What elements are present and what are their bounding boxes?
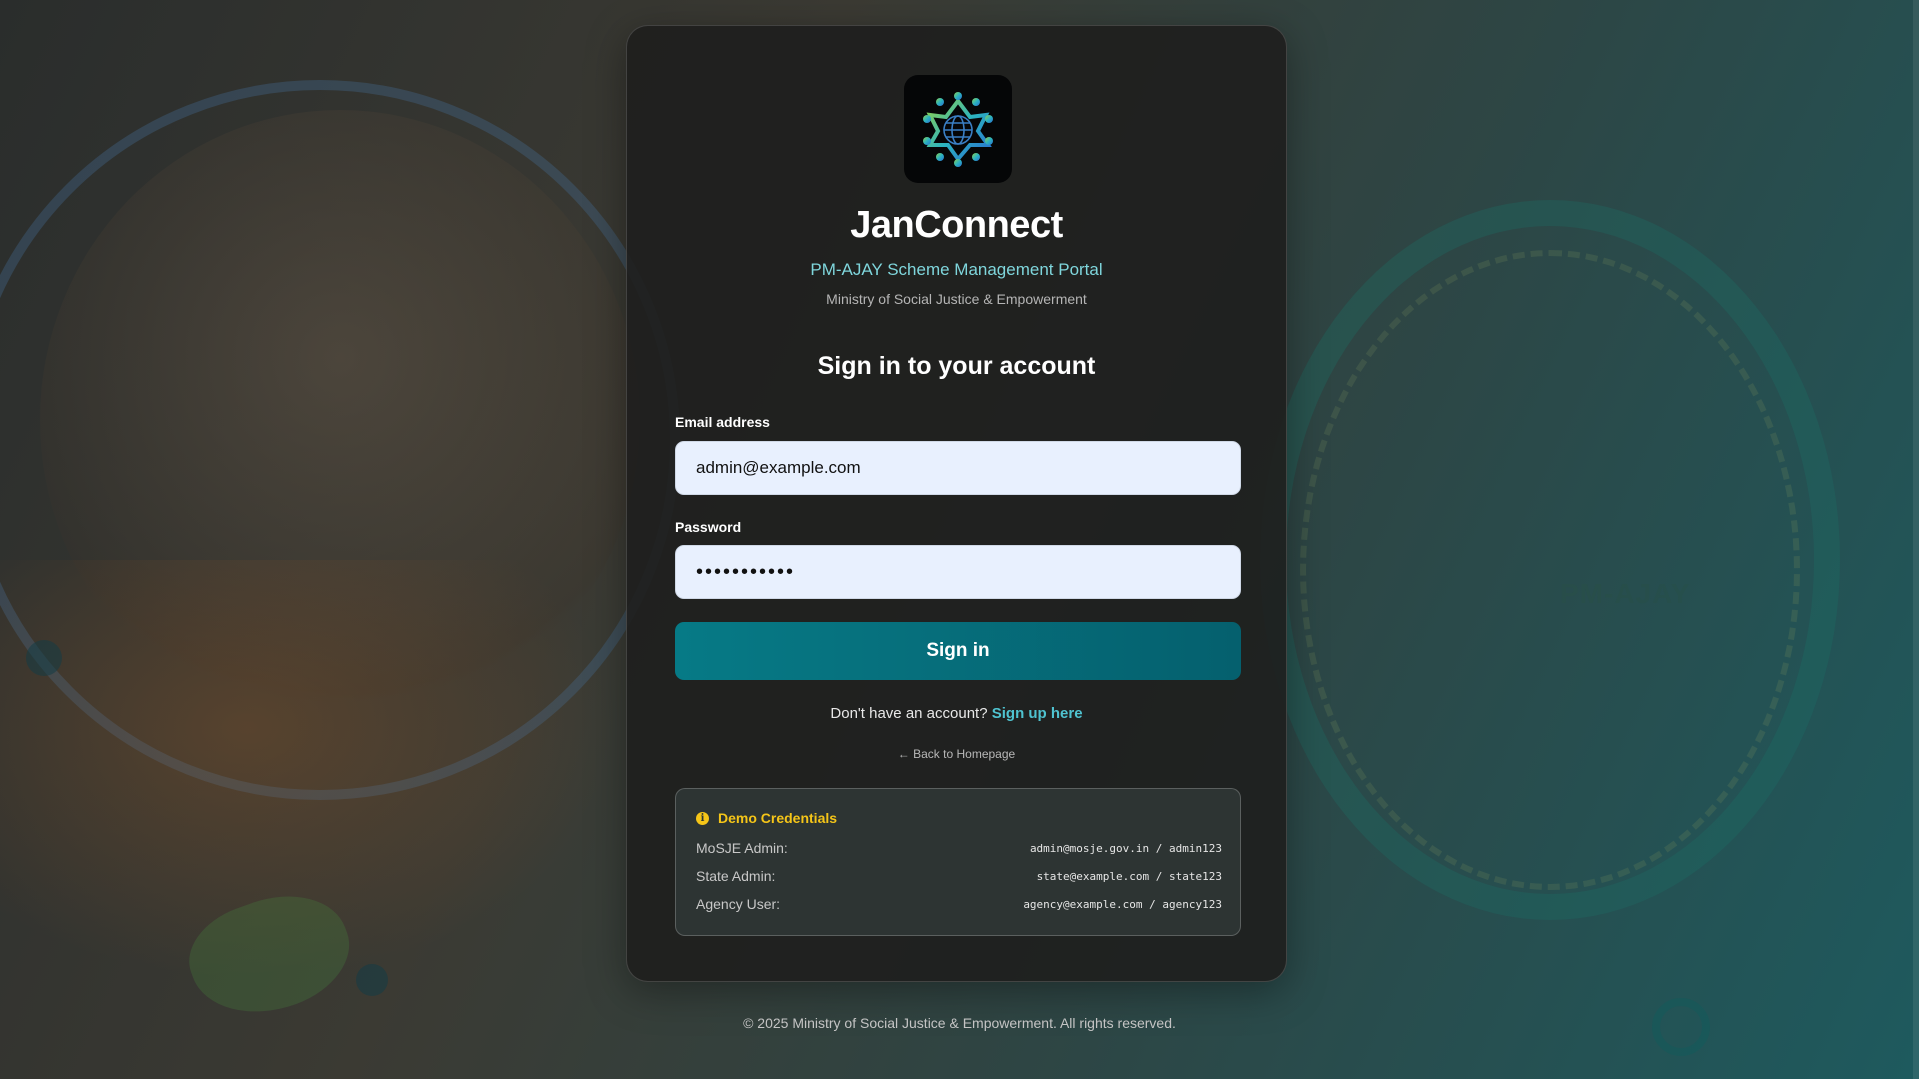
email-input[interactable]: [675, 441, 1241, 495]
demo-credential-row: Agency User: agency@example.com / agency…: [696, 896, 1222, 912]
password-input[interactable]: [675, 545, 1241, 599]
signup-link[interactable]: Sign up here: [992, 705, 1083, 722]
app-subtitle: PM-AJAY Scheme Management Portal: [810, 260, 1103, 279]
background-emblem-text: PM-AJAY: [1560, 578, 1691, 609]
background-dot: [26, 640, 62, 676]
password-label: Password: [675, 519, 742, 535]
demo-role: State Admin:: [696, 868, 776, 884]
ministry-name: Ministry of Social Justice & Empowerment: [826, 291, 1087, 307]
page-scrollbar[interactable]: [1913, 0, 1919, 1079]
login-card: JanConnect PM-AJAY Scheme Management Por…: [626, 25, 1287, 982]
background-dot: [356, 964, 388, 996]
demo-credentials-panel: i Demo Credentials MoSJE Admin: admin@mo…: [675, 788, 1241, 936]
demo-credentials: admin@mosje.gov.in / admin123: [1029, 841, 1222, 855]
demo-credentials: state@example.com / state123: [1036, 869, 1222, 883]
signup-prompt-text: Don't have an account?: [830, 705, 988, 722]
demo-credential-row: MoSJE Admin: admin@mosje.gov.in / admin1…: [696, 840, 1222, 856]
demo-credentials: agency@example.com / agency123: [1023, 897, 1222, 911]
app-title: JanConnect: [850, 204, 1063, 246]
signin-heading: Sign in to your account: [817, 352, 1096, 380]
background-emblem-inner-ring: [1300, 250, 1800, 890]
demo-credentials-title: i Demo Credentials: [696, 810, 837, 826]
janconnect-globe-logo-icon: [923, 92, 993, 167]
janconnect-logo: [904, 75, 1012, 183]
info-icon: i: [696, 811, 709, 825]
demo-role: MoSJE Admin:: [696, 840, 788, 856]
demo-credential-row: State Admin: state@example.com / state12…: [696, 868, 1222, 884]
footer-copyright: © 2025 Ministry of Social Justice & Empo…: [743, 1015, 1176, 1031]
signup-prompt-line: Don't have an account? Sign up here: [627, 705, 1286, 722]
demo-credentials-title-text: Demo Credentials: [718, 810, 838, 826]
back-to-homepage-link[interactable]: ← Back to Homepage: [627, 747, 1286, 761]
demo-role: Agency User:: [696, 896, 781, 912]
signin-button[interactable]: Sign in: [675, 622, 1241, 680]
email-label: Email address: [675, 414, 770, 430]
